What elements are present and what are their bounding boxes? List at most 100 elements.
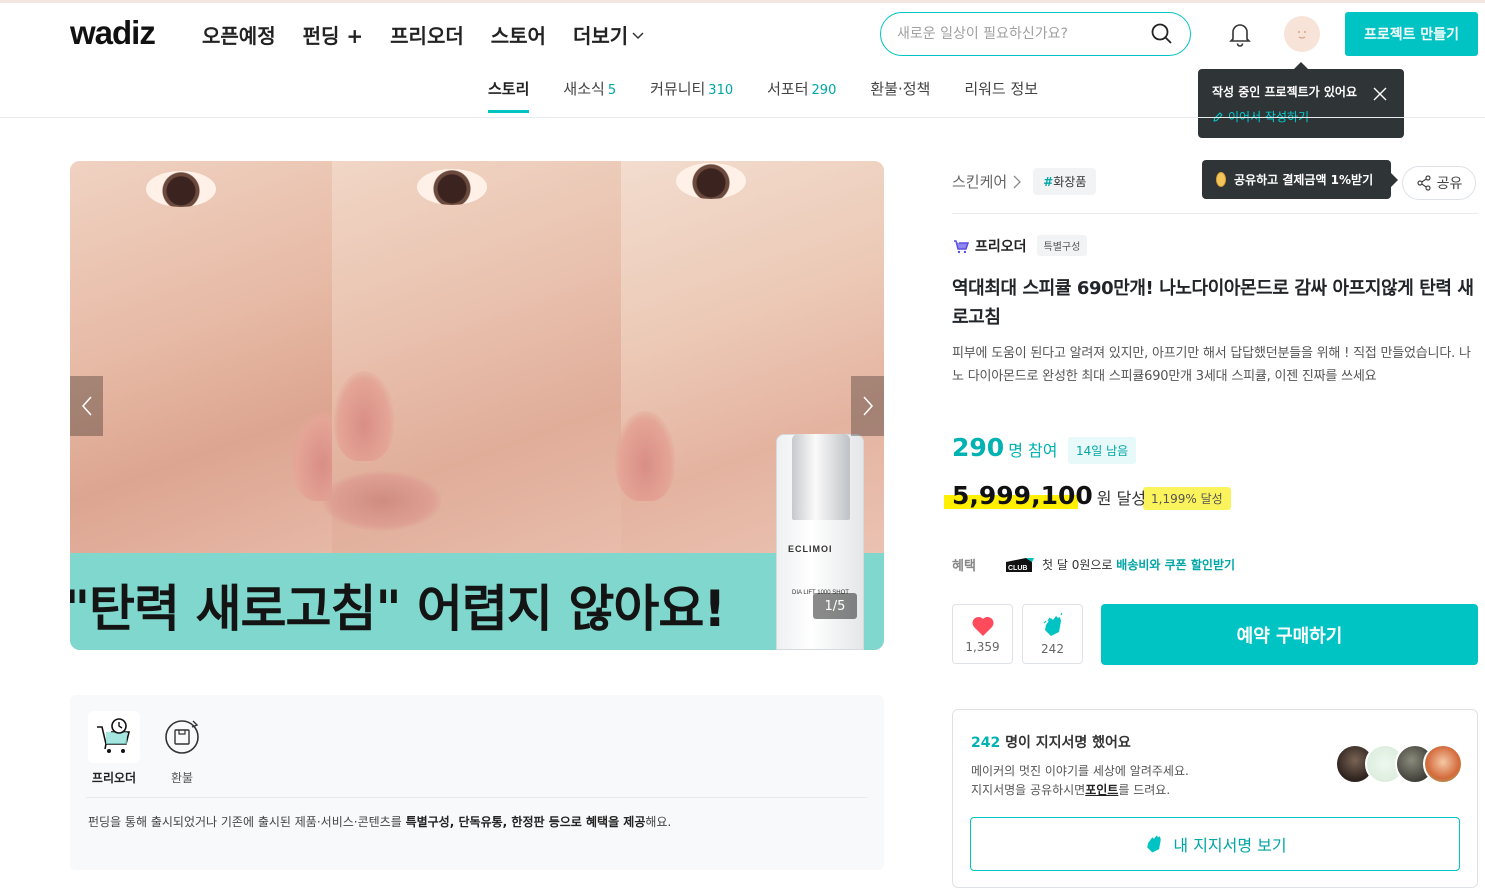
tab-label: 리워드 정보 [964,80,1039,98]
benefit-text: 첫 달 0원으로 배송비와 쿠폰 할인받기 [1042,556,1235,573]
carousel-next-button[interactable] [851,376,884,436]
category-tag[interactable]: #화장품 [1033,168,1097,195]
signature-line-2-suffix: 를 드려요. [1118,783,1171,797]
support-signature-button[interactable]: 242 [1022,604,1083,664]
nav-label: 펀딩 + [302,24,364,48]
club-icon: CLUB [1006,557,1034,572]
close-icon[interactable] [1372,86,1388,102]
info-divider [86,797,868,798]
my-signature-button[interactable]: 내 지지서명 보기 [970,817,1460,871]
nav-more[interactable]: 더보기 [573,20,644,49]
carousel-prev-button[interactable] [70,376,103,436]
tab-community[interactable]: 커뮤니티 310 [650,78,733,113]
desc-text: 해요. [645,815,672,829]
preorder-badge-label: 프리오더 [91,771,137,785]
wadiz-logo[interactable]: wadiz [70,14,156,52]
chevron-left-icon [81,396,92,416]
cart-clock-icon [97,718,131,753]
nav-open-soon[interactable]: 오픈예정 [202,20,276,49]
preorder-buy-button[interactable]: 예약 구매하기 [1101,604,1478,665]
tab-refund-policy[interactable]: 환불·정책 [870,78,930,113]
tab-reward-info[interactable]: 리워드 정보 [964,78,1038,113]
right-divider [952,213,1478,214]
bottle-cap [792,434,850,520]
global-nav: 오픈예정 펀딩 + 프리오더 스토어 더보기 [202,20,671,49]
project-title: 역대최대 스피큘 690만개! 나노다이아몬드로 감싸 아프지않게 탄력 새로고… [952,278,1474,328]
tab-news[interactable]: 새소식 5 [563,78,616,113]
tab-supporters[interactable]: 서포터 290 [767,78,836,113]
signature-count: 242 [1041,641,1064,656]
refund-badge[interactable]: 환불 [154,711,210,786]
eye-shape [417,169,487,205]
nav-store[interactable]: 스토어 [491,20,546,49]
amount-unit: 원 달성 [1096,489,1147,508]
nav-label: 스토어 [490,24,546,48]
days-left-badge: 14일 남음 [1068,437,1137,464]
heart-icon [971,616,994,636]
eye-shape [146,171,216,207]
bell-icon[interactable] [1226,20,1254,48]
signature-title-count: 242 [971,735,1001,751]
tab-label: 커뮤니티 [650,80,706,98]
benefit-row[interactable]: 혜택 CLUB 첫 달 0원으로 배송비와 쿠폰 할인받기 [952,555,1235,574]
clap-icon [1147,835,1162,853]
benefit-highlight: 배송비와 쿠폰 할인받기 [1116,558,1236,572]
chevron-down-icon [632,31,644,39]
tab-story[interactable]: 스토리 [488,78,530,113]
badge-icon-wrap [156,711,208,763]
product-image-carousel[interactable]: "탄력 새로고침" 어렵지 않아요! ECLIMOI DIA LIFT 1000… [70,161,884,650]
hash-symbol: # [1043,175,1054,189]
search-icon[interactable] [1150,22,1174,46]
project-tabs: 스토리 새소식 5 커뮤니티 310 서포터 290 환불·정책 리워드 정보 [488,78,1072,113]
supporter-avatar [1423,744,1463,784]
lip-shape [322,471,442,531]
nose-shape [334,371,394,461]
make-project-button[interactable]: 프로젝트 만들기 [1345,12,1478,56]
signature-line-1: 메이커의 멋진 이야기를 세상에 알려주세요. [971,764,1189,778]
face-icon [1298,31,1306,39]
benefit-prefix: 첫 달 0원으로 [1042,558,1117,572]
tab-count: 290 [811,83,837,98]
search-input[interactable] [897,26,1150,42]
tab-label: 서포터 [767,80,809,98]
supporter-unit: 명 참여 [1008,441,1058,460]
club-label: CLUB [1008,565,1027,572]
nav-preorder[interactable]: 프리오더 [390,20,464,49]
tab-label: 환불·정책 [870,80,931,98]
signature-line-2: 지지서명을 공유하시면포인트를 드려요. [971,781,1170,798]
eye-shape [676,163,746,199]
achievement-rate-badge: 1,199% 달성 [1143,487,1231,510]
points-link[interactable]: 포인트 [1085,783,1118,797]
nav-funding[interactable]: 펀딩 + [303,20,364,49]
bottle-brand: ECLIMOI [788,544,833,554]
like-count: 1,359 [965,639,1000,654]
before-after-photo-2 [322,161,621,553]
banner-text: "탄력 새로고침" 어렵지 않아요! [70,580,726,638]
category-link[interactable]: 스킨케어 [952,171,1007,192]
tab-label: 새소식 [563,80,605,98]
desc-text: 펀딩을 통해 출시되었거나 기존에 출시된 제품·서비스·콘텐츠를 [88,815,406,829]
preorder-description: 펀딩을 통해 출시되었거나 기존에 출시된 제품·서비스·콘텐츠를 특별구성, … [88,813,671,830]
desc-bold: 단독유통 [458,815,503,829]
tab-count: 5 [607,83,617,98]
nav-label: 프리오더 [390,24,464,48]
signature-card: 242 명이 지지서명 했어요 메이커의 멋진 이야기를 세상에 알려주세요. … [952,709,1478,888]
before-after-photo-1 [70,161,352,553]
share-button[interactable]: 공유 [1402,166,1476,200]
signature-line-2-text: 지지서명을 공유하시면 [971,783,1086,797]
nav-label: 더보기 [572,24,629,48]
project-type-info-box: 프리오더 환불 펀딩을 통해 출시되었거나 기존에 출시된 제품·서비스·콘텐츠… [70,695,884,870]
image-counter: 1/5 [813,593,857,619]
tag-label: 화장품 [1053,175,1087,189]
tab-count: 310 [708,83,734,98]
draft-project-tooltip: 작성 중인 프로젝트가 있어요 이어서 작성하기 [1198,62,1404,138]
chevron-right-icon [1013,175,1022,188]
preorder-label-row: 프리오더 특별구성 [953,235,1088,256]
supporter-count: 290 명 참여 [952,433,1057,462]
user-avatar[interactable] [1284,16,1320,52]
preorder-badge[interactable]: 프리오더 [86,711,142,786]
like-button[interactable]: 1,359 [952,604,1013,664]
signature-title: 242 명이 지지서명 했어요 [971,732,1131,752]
special-badge: 특별구성 [1036,235,1088,256]
tab-divider [0,117,1485,118]
